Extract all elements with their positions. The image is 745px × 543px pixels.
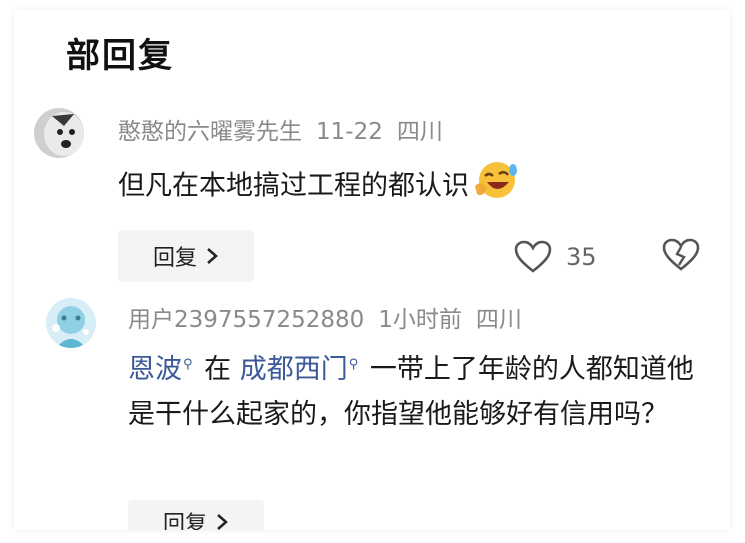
avatar[interactable]	[46, 298, 96, 348]
heart-icon	[514, 240, 552, 273]
comment-panel: 部回复 憨憨的六曜雾先生 11-22 四川 但凡在本地搞过工程的都认识 回复 3…	[14, 10, 730, 530]
search-icon: ⚲	[183, 357, 193, 372]
like-count: 35	[566, 243, 597, 271]
chevron-right-icon	[207, 248, 218, 264]
comment-body: 但凡在本地搞过工程的都认识	[118, 170, 469, 202]
mention-link[interactable]: 成都西门	[240, 354, 348, 385]
search-icon: ⚲	[348, 357, 359, 372]
broken-heart-icon	[662, 238, 700, 271]
comment-date: 11-22	[316, 119, 383, 145]
reply-button[interactable]: 回复	[118, 230, 254, 282]
dislike-button[interactable]	[662, 238, 700, 276]
mention-link[interactable]: 恩波	[128, 354, 182, 385]
dog-avatar-icon	[34, 108, 84, 158]
comment-meta: 憨憨的六曜雾先生 11-22 四川	[118, 112, 457, 146]
laughing-crying-emoji-icon	[473, 160, 519, 214]
comment-meta: 用户2397557252880 1小时前 四川	[128, 300, 536, 334]
comment-text: 恩波⚲ 在 成都西门⚲ 一带上了年龄的人都知道他是干什么起家的，你指望他能够好有…	[128, 342, 708, 437]
comment-location: 四川	[475, 307, 522, 333]
username[interactable]: 憨憨的六曜雾先生	[118, 119, 302, 145]
like-button[interactable]: 35	[514, 240, 597, 274]
comment-time: 1小时前	[378, 307, 462, 333]
chevron-right-icon	[217, 514, 228, 530]
username[interactable]: 用户2397557252880	[128, 307, 364, 333]
avatar[interactable]	[34, 108, 84, 158]
comment-text: 但凡在本地搞过工程的都认识	[118, 160, 519, 214]
comment-body-part: 在	[204, 354, 232, 385]
page-title: 部回复	[66, 36, 174, 76]
reply-label: 回复	[152, 246, 197, 271]
default-user-avatar-icon	[46, 298, 96, 348]
reply-label: 回复	[162, 512, 207, 530]
reply-button[interactable]: 回复	[128, 500, 264, 530]
comment-location: 四川	[396, 119, 443, 145]
